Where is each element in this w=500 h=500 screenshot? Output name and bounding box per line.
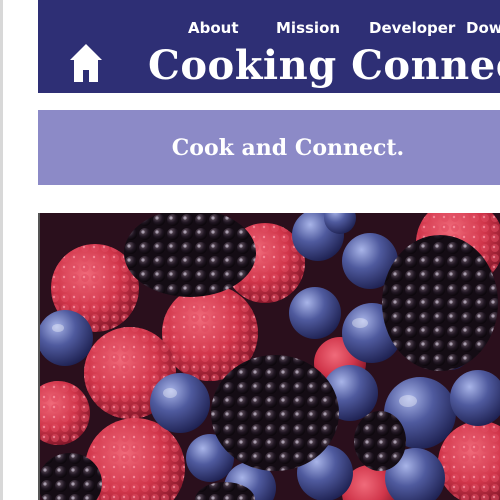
site-logo-title[interactable]: Cooking Connect <box>148 40 500 92</box>
site-header: About Mission Developer Down Cooking Con… <box>38 0 500 93</box>
hero-berries-image <box>38 213 500 500</box>
tagline-banner: Cook and Connect. <box>38 110 500 185</box>
tagline-text: Cook and Connect. <box>171 135 405 161</box>
home-button[interactable] <box>70 42 102 84</box>
house-icon <box>70 44 102 82</box>
page-edge <box>0 0 3 500</box>
nav-link-download[interactable]: Down <box>466 18 500 38</box>
berries-photo <box>40 213 500 500</box>
nav-link-mission[interactable]: Mission <box>276 18 340 38</box>
main-nav: About Mission Developer Down <box>38 18 500 40</box>
nav-link-about[interactable]: About <box>188 18 239 38</box>
nav-link-developer[interactable]: Developer <box>369 18 455 38</box>
